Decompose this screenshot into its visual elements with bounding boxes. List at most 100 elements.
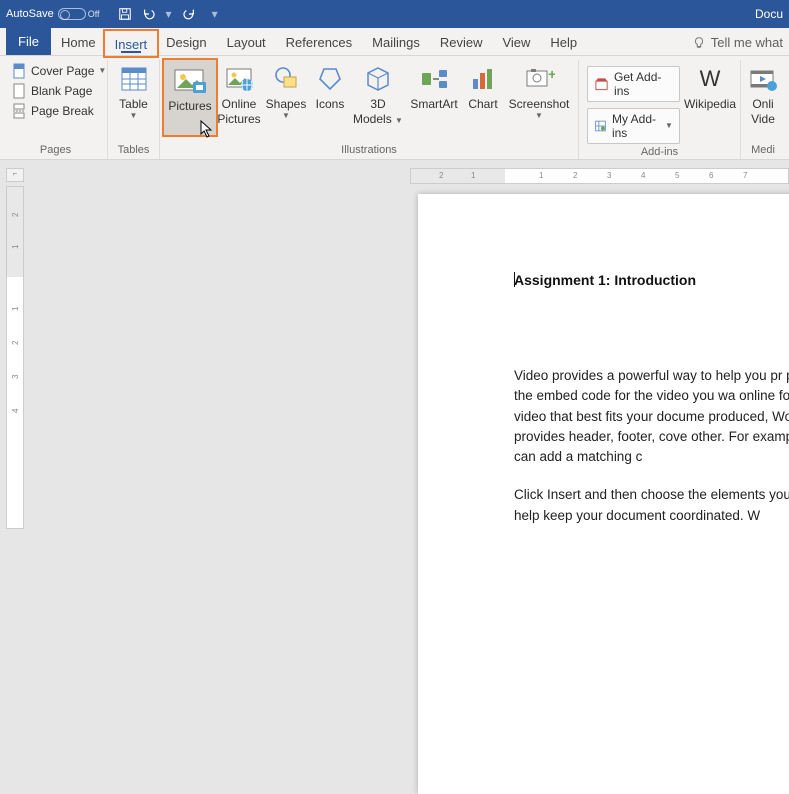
online-pictures-button[interactable]: Online Pictures — [216, 60, 262, 125]
pictures-label: Pictures — [168, 100, 211, 113]
quick-access-toolbar: ▾ ▾ — [118, 7, 218, 21]
wikipedia-button[interactable]: W Wikipedia — [684, 60, 736, 111]
icons-button[interactable]: Icons — [310, 60, 350, 111]
undo-icon[interactable] — [142, 7, 156, 21]
chevron-down-icon: ▼ — [130, 112, 138, 120]
group-tables-label: Tables — [112, 142, 155, 159]
group-addins-label: Add-ins — [583, 144, 736, 161]
online-video-label-1: Onli — [752, 98, 773, 111]
highlight-insert-tab: Insert — [103, 29, 160, 58]
shapes-icon — [269, 62, 303, 96]
vertical-ruler[interactable]: 2 1 1 2 3 4 — [6, 186, 24, 529]
mouse-cursor-icon — [200, 120, 214, 138]
hruler-tick: 4 — [641, 171, 645, 180]
tab-design[interactable]: Design — [156, 29, 216, 55]
cover-page-icon — [11, 63, 27, 79]
chevron-down-icon: ▼ — [282, 112, 290, 120]
hruler-tick: 7 — [743, 171, 747, 180]
smartart-button[interactable]: SmartArt — [406, 60, 462, 111]
document-paragraph-1: Video provides a powerful way to help yo… — [514, 366, 789, 467]
chevron-down-icon: ▼ — [395, 116, 403, 125]
tab-references[interactable]: References — [276, 29, 362, 55]
title-bar: AutoSave Off ▾ ▾ Docu — [0, 0, 789, 28]
screenshot-button[interactable]: + Screenshot ▼ — [504, 60, 574, 120]
table-label: Table — [119, 98, 148, 111]
tab-mailings[interactable]: Mailings — [362, 29, 430, 55]
undo-dropdown-icon[interactable]: ▾ — [166, 7, 172, 21]
save-icon[interactable] — [118, 7, 132, 21]
heading-text: Assignment 1: Introduction — [514, 272, 696, 288]
svg-text:+: + — [548, 66, 555, 82]
hruler-tick: 2 — [439, 171, 443, 180]
group-pages: Cover Page▼ Blank Page Page Break Pages — [4, 60, 108, 159]
chevron-down-icon: ▼ — [535, 112, 543, 120]
vruler-tick: 2 — [11, 341, 20, 345]
online-pictures-label-1: Online — [222, 98, 257, 111]
online-pictures-label-2: Pictures — [217, 113, 260, 126]
pictures-button[interactable]: Pictures — [166, 62, 214, 113]
3d-models-label-2: Models — [353, 112, 392, 126]
screenshot-label: Screenshot — [509, 98, 570, 111]
tab-review[interactable]: Review — [430, 29, 493, 55]
ribbon-insert: Cover Page▼ Blank Page Page Break Pages — [0, 56, 789, 160]
tab-home[interactable]: Home — [51, 29, 106, 55]
vruler-tick: 2 — [11, 213, 20, 217]
online-video-label-2: Vide — [751, 113, 775, 126]
vruler-tick: 3 — [11, 375, 20, 379]
autosave-toggle[interactable]: AutoSave Off — [6, 8, 100, 20]
hruler-tick: 1 — [471, 171, 475, 180]
toggle-track — [58, 8, 86, 20]
ruler-corner: ⌐ — [6, 168, 24, 182]
online-video-icon — [746, 62, 780, 96]
tab-view[interactable]: View — [492, 29, 540, 55]
chart-icon — [466, 62, 500, 96]
vruler-tick: 1 — [11, 307, 20, 311]
vruler-tick: 1 — [11, 245, 20, 249]
blank-page-button[interactable]: Blank Page — [8, 82, 109, 100]
group-pages-label: Pages — [8, 142, 103, 159]
smartart-label: SmartArt — [410, 98, 457, 111]
table-icon — [117, 62, 151, 96]
hruler-tick: 6 — [709, 171, 713, 180]
page-break-icon — [11, 103, 27, 119]
ribbon-tabs: File Home Insert Design Layout Reference… — [0, 28, 789, 56]
wikipedia-icon: W — [693, 62, 727, 96]
addins-icon — [594, 118, 607, 134]
my-addins-button[interactable]: My Add-ins ▼ — [587, 108, 680, 144]
highlight-pictures-button: Pictures — [162, 58, 218, 137]
tell-me-label: Tell me what — [711, 35, 783, 50]
tab-file[interactable]: File — [6, 28, 51, 55]
3d-models-icon — [361, 62, 395, 96]
screenshot-icon: + — [522, 62, 556, 96]
get-addins-button[interactable]: Get Add-ins — [587, 66, 680, 102]
smartart-icon — [417, 62, 451, 96]
pictures-icon — [173, 64, 207, 98]
page-break-button[interactable]: Page Break — [8, 102, 109, 120]
3d-models-button[interactable]: 3D Models ▼ — [350, 60, 406, 125]
online-video-button[interactable]: Onli Vide — [745, 60, 781, 125]
group-tables: Table ▼ Tables — [108, 60, 160, 159]
group-illustrations-label: Illustrations — [164, 142, 574, 159]
table-button[interactable]: Table ▼ — [112, 60, 155, 120]
chevron-down-icon: ▼ — [98, 66, 106, 75]
document-workspace: ⌐ 2 1 1 2 3 4 5 6 7 2 1 1 2 3 4 Assignme… — [0, 160, 789, 529]
qat-customize-icon[interactable]: ▾ — [212, 7, 218, 21]
document-paragraph-2: Click Insert and then choose the element… — [514, 485, 789, 526]
blank-page-label: Blank Page — [31, 84, 92, 98]
hruler-tick: 5 — [675, 171, 679, 180]
online-pictures-icon — [222, 62, 256, 96]
cover-page-button[interactable]: Cover Page▼ — [8, 62, 109, 80]
shapes-button[interactable]: Shapes ▼ — [262, 60, 310, 120]
page-break-label: Page Break — [31, 104, 94, 118]
tab-insert[interactable]: Insert — [113, 34, 150, 54]
hruler-tick: 2 — [573, 171, 577, 180]
tell-me-search[interactable]: Tell me what — [692, 29, 783, 55]
icons-icon — [313, 62, 347, 96]
redo-icon[interactable] — [182, 7, 196, 21]
horizontal-ruler[interactable]: 2 1 1 2 3 4 5 6 7 — [410, 168, 789, 184]
chart-button[interactable]: Chart — [462, 60, 504, 111]
document-page[interactable]: Assignment 1: Introduction Video provide… — [418, 194, 789, 794]
tab-layout[interactable]: Layout — [217, 29, 276, 55]
hruler-tick: 3 — [607, 171, 611, 180]
tab-help[interactable]: Help — [540, 29, 587, 55]
